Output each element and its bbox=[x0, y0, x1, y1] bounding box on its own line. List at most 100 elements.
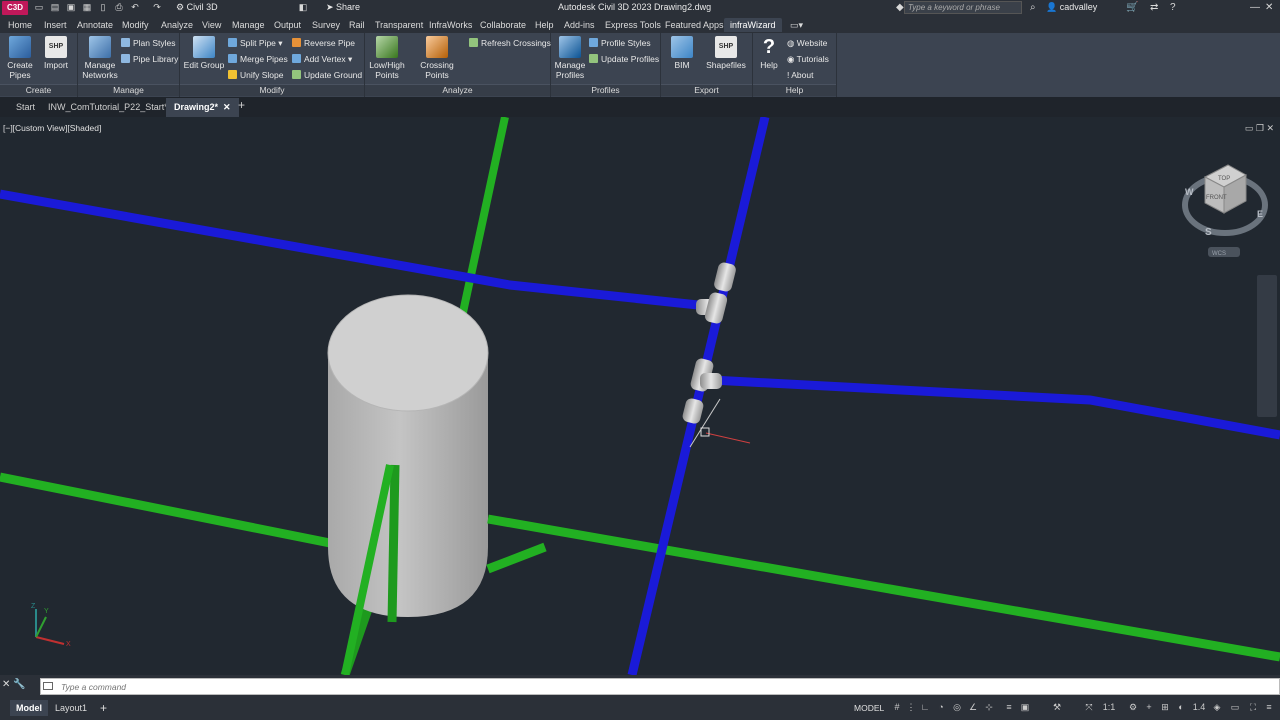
file-tab-drawing2[interactable]: Drawing2* ✕ bbox=[166, 98, 239, 117]
search-input[interactable]: Type a keyword or phrase bbox=[904, 1, 1022, 14]
minimize-icon[interactable]: — bbox=[1250, 1, 1260, 14]
share-button[interactable]: ➤ Share bbox=[326, 1, 360, 14]
viewport-restore-icon[interactable]: ❐ bbox=[1256, 123, 1264, 133]
file-tab-start[interactable]: Start bbox=[16, 101, 35, 113]
ribbon-minimize-icon[interactable]: ▭▾ bbox=[790, 19, 803, 31]
print-icon[interactable]: ⎙ bbox=[114, 2, 124, 12]
viewport-controls-label[interactable]: [−][Custom View][Shaded] bbox=[3, 123, 101, 133]
open-web-icon[interactable]: ▯ bbox=[98, 2, 108, 12]
tab-add-ins[interactable]: Add-ins bbox=[564, 19, 595, 31]
add-vertex-button[interactable]: Add Vertex ▾ bbox=[292, 53, 352, 65]
isolate-objects-icon[interactable]: ◈ bbox=[1212, 702, 1222, 712]
tab-modify[interactable]: Modify bbox=[122, 19, 149, 31]
hardware-acceleration-icon[interactable]: ▭ bbox=[1230, 702, 1240, 712]
tab-view[interactable]: View bbox=[202, 19, 221, 31]
grid-icon[interactable]: # bbox=[892, 702, 902, 712]
customize-status-icon[interactable]: ≡ bbox=[1264, 702, 1274, 712]
tab-rail[interactable]: Rail bbox=[349, 19, 365, 31]
annotation-monitor-icon[interactable]: + bbox=[1144, 702, 1154, 712]
about-button[interactable]: ! About bbox=[787, 69, 813, 81]
help-button[interactable]: ? Help bbox=[757, 36, 781, 70]
update-profiles-button[interactable]: Update Profiles bbox=[589, 53, 659, 65]
annotation-visibility-icon[interactable]: ⚒ bbox=[1052, 702, 1062, 712]
unify-slope-button[interactable]: Unify Slope bbox=[228, 69, 283, 81]
low-high-points-button[interactable]: Low/High Points bbox=[367, 36, 407, 80]
search-icon[interactable]: ⌕ bbox=[1030, 1, 1036, 14]
website-button[interactable]: ◍ Website bbox=[787, 37, 827, 49]
edit-group-button[interactable]: Edit Group bbox=[183, 36, 225, 70]
selection-cycling-icon[interactable]: ▣ bbox=[1020, 702, 1030, 712]
tab-annotate[interactable]: Annotate bbox=[77, 19, 113, 31]
layers-icon[interactable]: ◧ bbox=[298, 2, 308, 12]
close-icon[interactable]: ✕ bbox=[1265, 1, 1273, 14]
close-tab-icon[interactable]: ✕ bbox=[223, 102, 231, 112]
viewport-minimize-icon[interactable]: ▭ bbox=[1245, 123, 1254, 133]
tab-infraworks[interactable]: InfraWorks bbox=[429, 19, 472, 31]
command-history-icon[interactable] bbox=[43, 682, 53, 690]
reverse-pipe-button[interactable]: Reverse Pipe bbox=[292, 37, 355, 49]
navigation-bar[interactable] bbox=[1257, 275, 1277, 417]
polar-icon[interactable]: ◔ bbox=[936, 702, 946, 712]
tab-analyze[interactable]: Analyze bbox=[161, 19, 193, 31]
workspace-switcher[interactable]: ⚙ Civil 3D bbox=[176, 1, 218, 14]
units-icon[interactable]: ⊞ bbox=[1160, 702, 1170, 712]
refresh-crossings-button[interactable]: Refresh Crossings bbox=[469, 37, 551, 49]
viewport-window-controls[interactable]: ▭ ❐ ✕ bbox=[1245, 123, 1274, 134]
quick-properties-icon[interactable]: ◐ bbox=[1176, 702, 1186, 712]
tab-home[interactable]: Home bbox=[8, 19, 32, 31]
new-tab-icon[interactable]: + bbox=[238, 99, 245, 111]
help-icon[interactable]: ? bbox=[1170, 1, 1176, 14]
tab-survey[interactable]: Survey bbox=[312, 19, 340, 31]
manage-profiles-button[interactable]: Manage Profiles bbox=[553, 36, 587, 80]
customize-icon[interactable]: 🔧 bbox=[13, 679, 25, 690]
command-line[interactable] bbox=[40, 678, 1280, 695]
tab-transparent[interactable]: Transparent bbox=[375, 19, 423, 31]
import-button[interactable]: SHP Import bbox=[40, 36, 72, 70]
crossing-points-button[interactable]: Crossing Points bbox=[409, 36, 465, 80]
undo-icon[interactable]: ↶ bbox=[130, 2, 140, 12]
bim-button[interactable]: BIM bbox=[667, 36, 697, 70]
annotation-scale[interactable]: 1:1 bbox=[1098, 702, 1120, 712]
file-tab-tutorial[interactable]: INW_ComTutorial_P22_Start* bbox=[48, 101, 168, 113]
open-icon[interactable]: ▤ bbox=[50, 2, 60, 12]
split-pipe-button[interactable]: Split Pipe ▾ bbox=[228, 37, 283, 49]
layout-tab-model[interactable]: Model bbox=[10, 700, 48, 716]
lineweight-icon[interactable]: ≡ bbox=[1004, 702, 1014, 712]
profile-styles-button[interactable]: Profile Styles bbox=[589, 37, 651, 49]
plan-styles-button[interactable]: Plan Styles bbox=[121, 37, 176, 49]
drawing-canvas[interactable]: X Y Z TOP FRONT W S E WCS bbox=[0, 117, 1280, 675]
osnap-icon[interactable]: ◎ bbox=[952, 702, 962, 712]
save-as-icon[interactable]: ▦ bbox=[82, 2, 92, 12]
clean-screen-icon[interactable]: ⛶ bbox=[1248, 702, 1258, 712]
add-layout-icon[interactable]: + bbox=[100, 700, 107, 716]
save-icon[interactable]: ▣ bbox=[66, 2, 76, 12]
tab-help[interactable]: Help bbox=[535, 19, 554, 31]
redo-icon[interactable]: ↷ bbox=[152, 2, 162, 12]
otrack-icon[interactable]: ∠ bbox=[968, 702, 978, 712]
tab-output[interactable]: Output bbox=[274, 19, 301, 31]
merge-pipes-button[interactable]: Merge Pipes bbox=[228, 53, 288, 65]
tab-insert[interactable]: Insert bbox=[44, 19, 67, 31]
tab-manage[interactable]: Manage bbox=[232, 19, 265, 31]
viewcube[interactable]: TOP FRONT W S E WCS bbox=[1182, 164, 1268, 257]
create-pipes-button[interactable]: Create Pipes bbox=[4, 36, 36, 80]
model-space-button[interactable]: MODEL bbox=[854, 702, 884, 714]
manage-networks-button[interactable]: Manage Networks bbox=[80, 36, 120, 80]
shapefiles-button[interactable]: SHP Shapefiles bbox=[705, 36, 747, 70]
search-toggle-icon[interactable]: ◆ bbox=[896, 1, 904, 14]
annotation-autoscale-icon[interactable]: ⤧ bbox=[1084, 702, 1094, 712]
layout-tab-layout1[interactable]: Layout1 bbox=[55, 700, 87, 716]
update-ground-button[interactable]: Update Ground bbox=[292, 69, 362, 81]
exchange-icon[interactable]: ⇄ bbox=[1150, 1, 1158, 14]
workspace-gear-icon[interactable]: ⚙ bbox=[1128, 702, 1138, 712]
close-command-icon[interactable]: ✕ bbox=[2, 679, 10, 690]
pipe-library-button[interactable]: Pipe Library bbox=[121, 53, 178, 65]
command-input[interactable] bbox=[61, 680, 661, 693]
model-viewport[interactable]: X Y Z TOP FRONT W S E WCS [−][Custom Vie… bbox=[0, 117, 1280, 675]
user-account[interactable]: 👤 cadvalley bbox=[1046, 1, 1097, 14]
ortho-icon[interactable]: ∟ bbox=[920, 702, 930, 712]
new-icon[interactable]: ▭ bbox=[34, 2, 44, 12]
tab-express-tools[interactable]: Express Tools bbox=[605, 19, 661, 31]
cart-icon[interactable]: 🛒 bbox=[1126, 1, 1138, 14]
tutorials-button[interactable]: ◉ Tutorials bbox=[787, 53, 829, 65]
